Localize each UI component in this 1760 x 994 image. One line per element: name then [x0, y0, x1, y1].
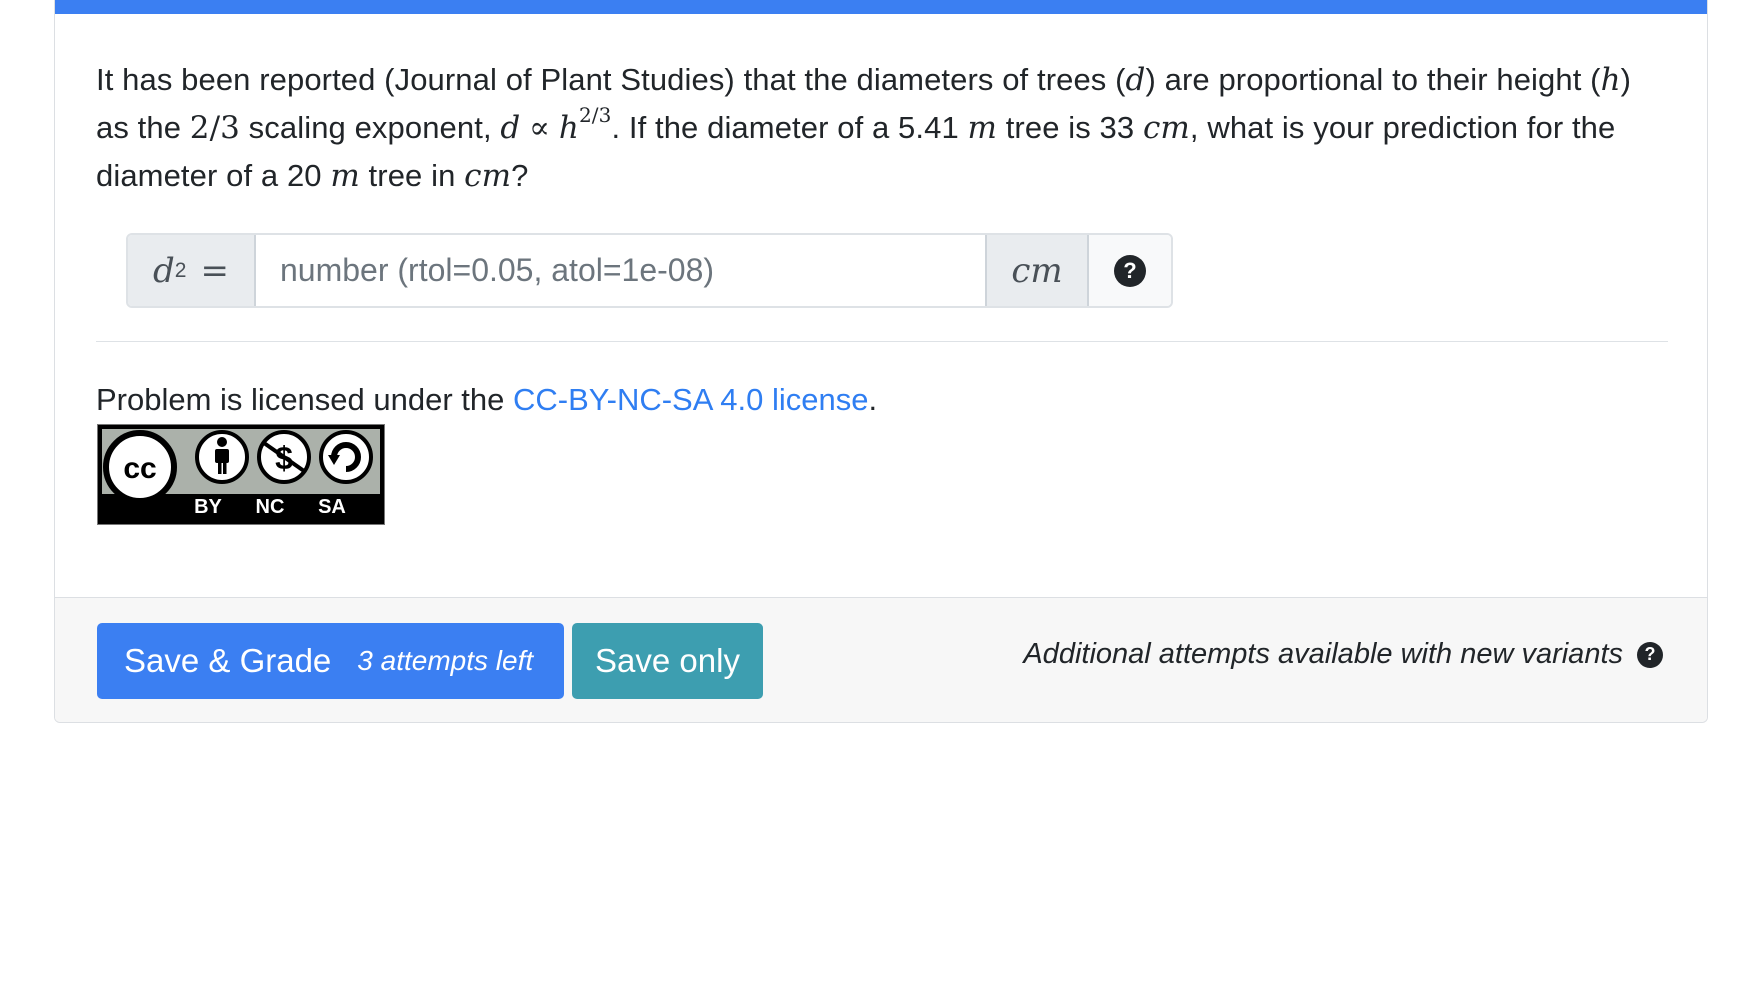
license-text: Problem is licensed under the CC-BY-NC-S…: [96, 382, 878, 417]
svg-text:BY: BY: [194, 496, 222, 518]
question-circle-icon[interactable]: ?: [1114, 254, 1146, 287]
card-header-bar: [55, 0, 1707, 14]
cc-license-badge[interactable]: cc $ BY NC SA: [97, 424, 385, 525]
answer-help-button[interactable]: ?: [1087, 235, 1171, 306]
answer-input-group: d2 = cm ?: [126, 233, 1173, 308]
save-grade-label: Save & Grade: [124, 642, 332, 679]
sharealike-icon: [319, 430, 373, 484]
additional-attempts-text: Additional attempts available with new v…: [1023, 638, 1623, 670]
attribution-icon: [195, 430, 249, 484]
noncommercial-icon: $: [257, 430, 311, 484]
svg-text:cc: cc: [123, 452, 156, 485]
question-circle-icon[interactable]: ?: [1637, 641, 1663, 668]
answer-input[interactable]: [256, 235, 985, 306]
question-body: It has been reported (Journal of Plant S…: [96, 56, 1668, 200]
question-text: It has been reported (Journal of Plant S…: [96, 62, 1632, 194]
cc-badge-graphic: cc $ BY NC SA: [102, 429, 380, 518]
question-card: It has been reported (Journal of Plant S…: [54, 0, 1708, 723]
save-only-button[interactable]: Save only: [572, 623, 763, 699]
answer-unit: cm: [985, 235, 1087, 306]
license-link[interactable]: CC-BY-NC-SA 4.0 license: [513, 382, 869, 417]
answer-label-subscript: 2: [174, 258, 187, 282]
svg-text:NC: NC: [256, 496, 285, 518]
answer-label: d2 =: [128, 235, 256, 306]
attempts-left-label: 3 attempts left: [357, 645, 534, 676]
save-grade-button[interactable]: Save & Grade 3 attempts left: [97, 623, 564, 699]
card-footer: Save & Grade 3 attempts left Save only A…: [55, 597, 1707, 722]
divider: [96, 341, 1668, 342]
svg-text:SA: SA: [318, 496, 346, 518]
additional-attempts-note: Additional attempts available with new v…: [1023, 638, 1663, 671]
